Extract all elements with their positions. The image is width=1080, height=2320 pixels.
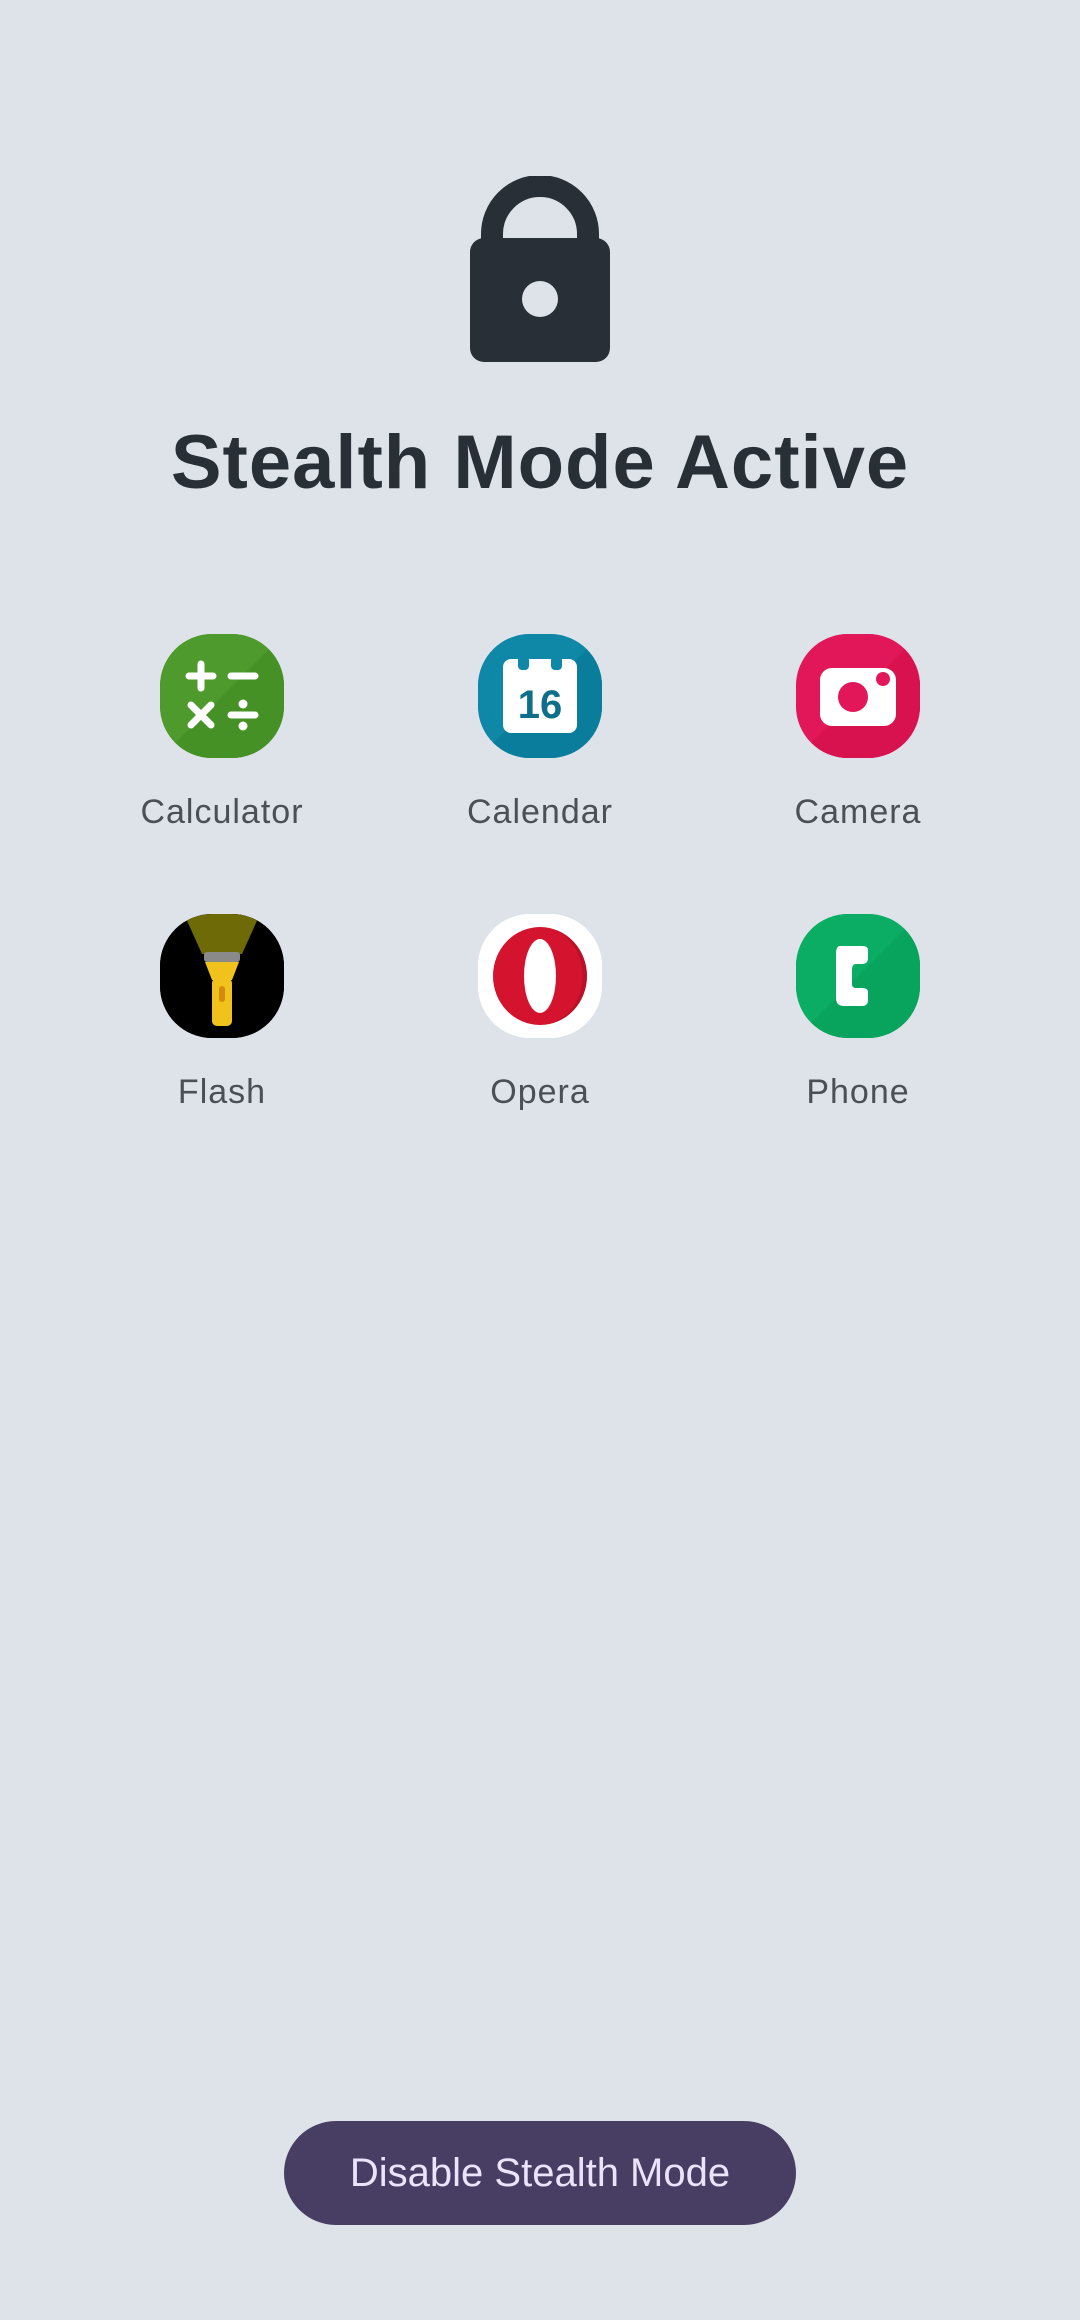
phone-icon: [796, 914, 920, 1038]
app-label: Opera: [490, 1073, 590, 1111]
app-phone[interactable]: Phone: [699, 914, 1017, 1154]
app-calculator[interactable]: Calculator: [63, 634, 381, 874]
app-row: Calculator 16 Calendar Camera: [0, 634, 1080, 914]
calendar-icon-day: 16: [518, 683, 563, 727]
disable-stealth-mode-button[interactable]: Disable Stealth Mode: [284, 2121, 796, 2225]
app-row: Flash Opera Phone: [0, 914, 1080, 1194]
app-camera[interactable]: Camera: [699, 634, 1017, 874]
opera-icon: [478, 914, 602, 1038]
calculator-icon: [160, 634, 284, 758]
app-label: Calendar: [467, 793, 613, 831]
app-flash[interactable]: Flash: [63, 914, 381, 1154]
app-label: Calculator: [140, 793, 304, 831]
app-grid: Calculator 16 Calendar Camera Flash Oper…: [0, 634, 1080, 1194]
flashlight-icon: [160, 914, 284, 1038]
app-label: Camera: [794, 793, 922, 831]
calendar-icon: 16: [478, 634, 602, 758]
app-label: Flash: [177, 1073, 267, 1111]
app-opera[interactable]: Opera: [381, 914, 699, 1154]
lock-icon: [470, 176, 610, 362]
camera-icon: [796, 634, 920, 758]
app-calendar[interactable]: 16 Calendar: [381, 634, 699, 874]
app-label: Phone: [806, 1073, 910, 1111]
page-title: Stealth Mode Active: [170, 420, 910, 505]
